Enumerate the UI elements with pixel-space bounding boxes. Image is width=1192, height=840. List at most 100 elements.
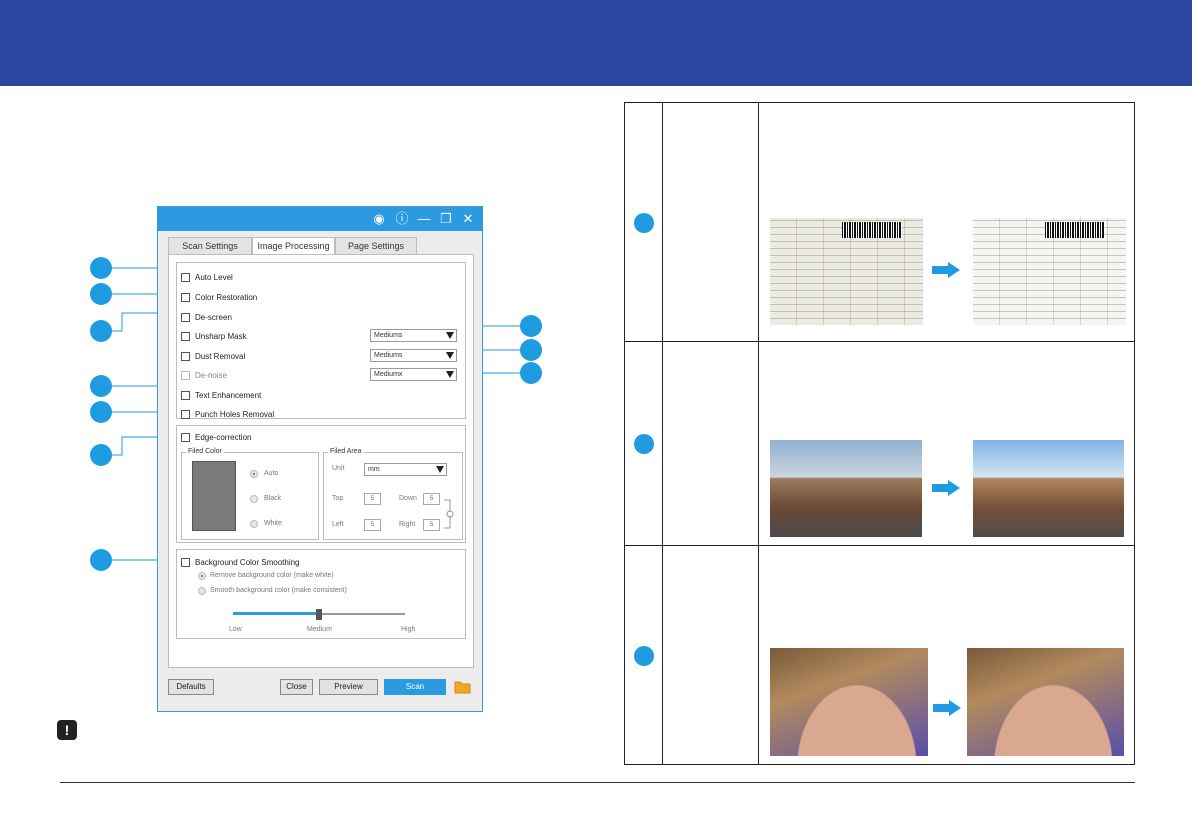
city-after-image	[973, 440, 1124, 537]
dust-removal-checkbox[interactable]	[181, 351, 190, 361]
unsharp-mask-checkbox[interactable]	[181, 331, 190, 341]
left-input[interactable]: 5	[364, 519, 381, 531]
table-row-divider	[624, 545, 1135, 546]
text-enhancement-checkbox[interactable]	[181, 390, 190, 400]
warning-icon: !	[57, 720, 77, 740]
right-input[interactable]: 5	[423, 519, 440, 531]
barcode	[1045, 222, 1105, 238]
barcode	[842, 222, 902, 238]
table-divider	[758, 102, 759, 765]
filled-color-swatch[interactable]	[192, 461, 236, 531]
de-noise-select[interactable]: Mediumx	[370, 368, 457, 381]
background-smoothing-option[interactable]: Background Color Smoothing	[181, 556, 300, 568]
radio-smooth-background[interactable]	[198, 587, 206, 595]
background-smoothing-group: Background Color Smoothing Remove backgr…	[176, 549, 466, 639]
table-row-divider	[624, 341, 1135, 342]
top-input[interactable]: 5	[364, 493, 381, 505]
radio-white[interactable]	[250, 520, 258, 528]
slider-high-label: High	[401, 626, 416, 633]
auto-level-label: Auto Level	[195, 272, 233, 282]
radio-auto-label: Auto	[264, 470, 279, 477]
close-icon[interactable]: ✕	[460, 211, 476, 227]
document-before-image	[770, 218, 923, 325]
filled-color-box: Filed Color Auto Black White	[181, 448, 319, 540]
radio-black-label: Black	[264, 495, 282, 502]
right-label: Right	[399, 521, 416, 528]
filled-area-box: Filed Area Unit mm Top 5 Down 5 Left 5 R…	[323, 448, 463, 540]
unit-label: Unit	[332, 465, 345, 472]
tab-page-settings[interactable]: Page Settings	[335, 237, 417, 255]
row-marker	[634, 434, 654, 454]
edge-correction-checkbox[interactable]	[181, 432, 190, 442]
de-screen-label: De-screen	[195, 312, 232, 322]
table-divider	[662, 102, 663, 765]
image-processing-dialog: ◉ ⓘ — ❐ ✕ Scan Settings Image Processing…	[157, 206, 483, 712]
down-label: Down	[399, 495, 417, 502]
link-icon[interactable]	[442, 498, 456, 530]
arrow-right-icon	[932, 262, 960, 278]
slider-fill	[233, 612, 319, 615]
smooth-background-label: Smooth background color (make consistent…	[210, 587, 347, 594]
close-button[interactable]: Close	[280, 679, 313, 695]
unit-select[interactable]: mm	[364, 463, 447, 476]
smoothing-slider[interactable]	[233, 609, 405, 620]
background-smoothing-label: Background Color Smoothing	[195, 557, 300, 567]
color-restoration-option[interactable]: Color Restoration	[181, 291, 257, 303]
unsharp-mask-label: Unsharp Mask	[195, 331, 247, 341]
color-restoration-label: Color Restoration	[195, 292, 258, 302]
dust-removal-select-value: Mediums	[374, 352, 403, 359]
dialog-titlebar: ◉ ⓘ — ❐ ✕	[158, 207, 482, 231]
arrow-right-icon	[933, 700, 961, 716]
unsharp-mask-select[interactable]: Mediums	[370, 329, 457, 342]
auto-level-checkbox[interactable]	[181, 272, 190, 282]
face-before-image	[770, 648, 928, 756]
filled-area-label: Filed Area	[328, 448, 364, 455]
left-label: Left	[332, 521, 344, 528]
punch-holes-removal-option[interactable]: Punch Holes Removal	[181, 408, 274, 420]
de-screen-option[interactable]: De-screen	[181, 311, 232, 323]
info-icon[interactable]: ⓘ	[394, 211, 410, 227]
chevron-down-icon	[446, 352, 454, 359]
filled-color-label: Filed Color	[186, 448, 224, 455]
de-noise-option[interactable]: De-noise	[181, 369, 227, 381]
unsharp-mask-option[interactable]: Unsharp Mask	[181, 330, 247, 342]
scan-button[interactable]: Scan	[384, 679, 446, 695]
slider-low-label: Low	[229, 626, 242, 633]
radio-auto[interactable]	[250, 470, 258, 478]
de-noise-select-value: Mediumx	[374, 371, 403, 378]
minimize-icon[interactable]: —	[416, 211, 432, 227]
auto-level-option[interactable]: Auto Level	[181, 271, 233, 283]
radio-remove-background[interactable]	[198, 572, 206, 580]
text-enhancement-option[interactable]: Text Enhancement	[181, 389, 261, 401]
de-noise-label: De-noise	[195, 370, 228, 380]
unsharp-mask-select-value: Mediums	[374, 332, 403, 339]
edge-correction-group: Edge-correction Filed Color Auto Black W…	[176, 425, 466, 543]
processing-options-group: Auto Level Color Restoration De-screen U…	[176, 262, 466, 419]
down-input[interactable]: 5	[423, 493, 440, 505]
background-smoothing-checkbox[interactable]	[181, 557, 190, 567]
chevron-down-icon	[446, 332, 454, 339]
punch-holes-removal-checkbox[interactable]	[181, 409, 190, 419]
image-processing-pane: Auto Level Color Restoration De-screen U…	[168, 254, 474, 668]
slider-thumb[interactable]	[316, 609, 322, 620]
edge-correction-label: Edge-correction	[195, 432, 252, 442]
de-noise-checkbox[interactable]	[181, 370, 190, 380]
folder-icon[interactable]	[454, 680, 471, 694]
preview-button[interactable]: Preview	[319, 679, 378, 695]
radio-white-label: White	[264, 520, 282, 527]
chevron-down-icon	[436, 466, 444, 473]
tab-scan-settings[interactable]: Scan Settings	[168, 237, 252, 255]
globe-icon[interactable]: ◉	[371, 211, 387, 227]
color-restoration-checkbox[interactable]	[181, 292, 190, 302]
footer-rule	[60, 782, 1135, 783]
edge-correction-option[interactable]: Edge-correction	[181, 431, 251, 443]
radio-black[interactable]	[250, 495, 258, 503]
de-screen-checkbox[interactable]	[181, 312, 190, 322]
dust-removal-option[interactable]: Dust Removal	[181, 350, 245, 362]
restore-icon[interactable]: ❐	[438, 211, 454, 227]
dust-removal-select[interactable]: Mediums	[370, 349, 457, 362]
defaults-button[interactable]: Defaults	[168, 679, 214, 695]
unit-select-value: mm	[368, 466, 380, 473]
chevron-down-icon	[446, 371, 454, 378]
text-enhancement-label: Text Enhancement	[195, 390, 262, 400]
